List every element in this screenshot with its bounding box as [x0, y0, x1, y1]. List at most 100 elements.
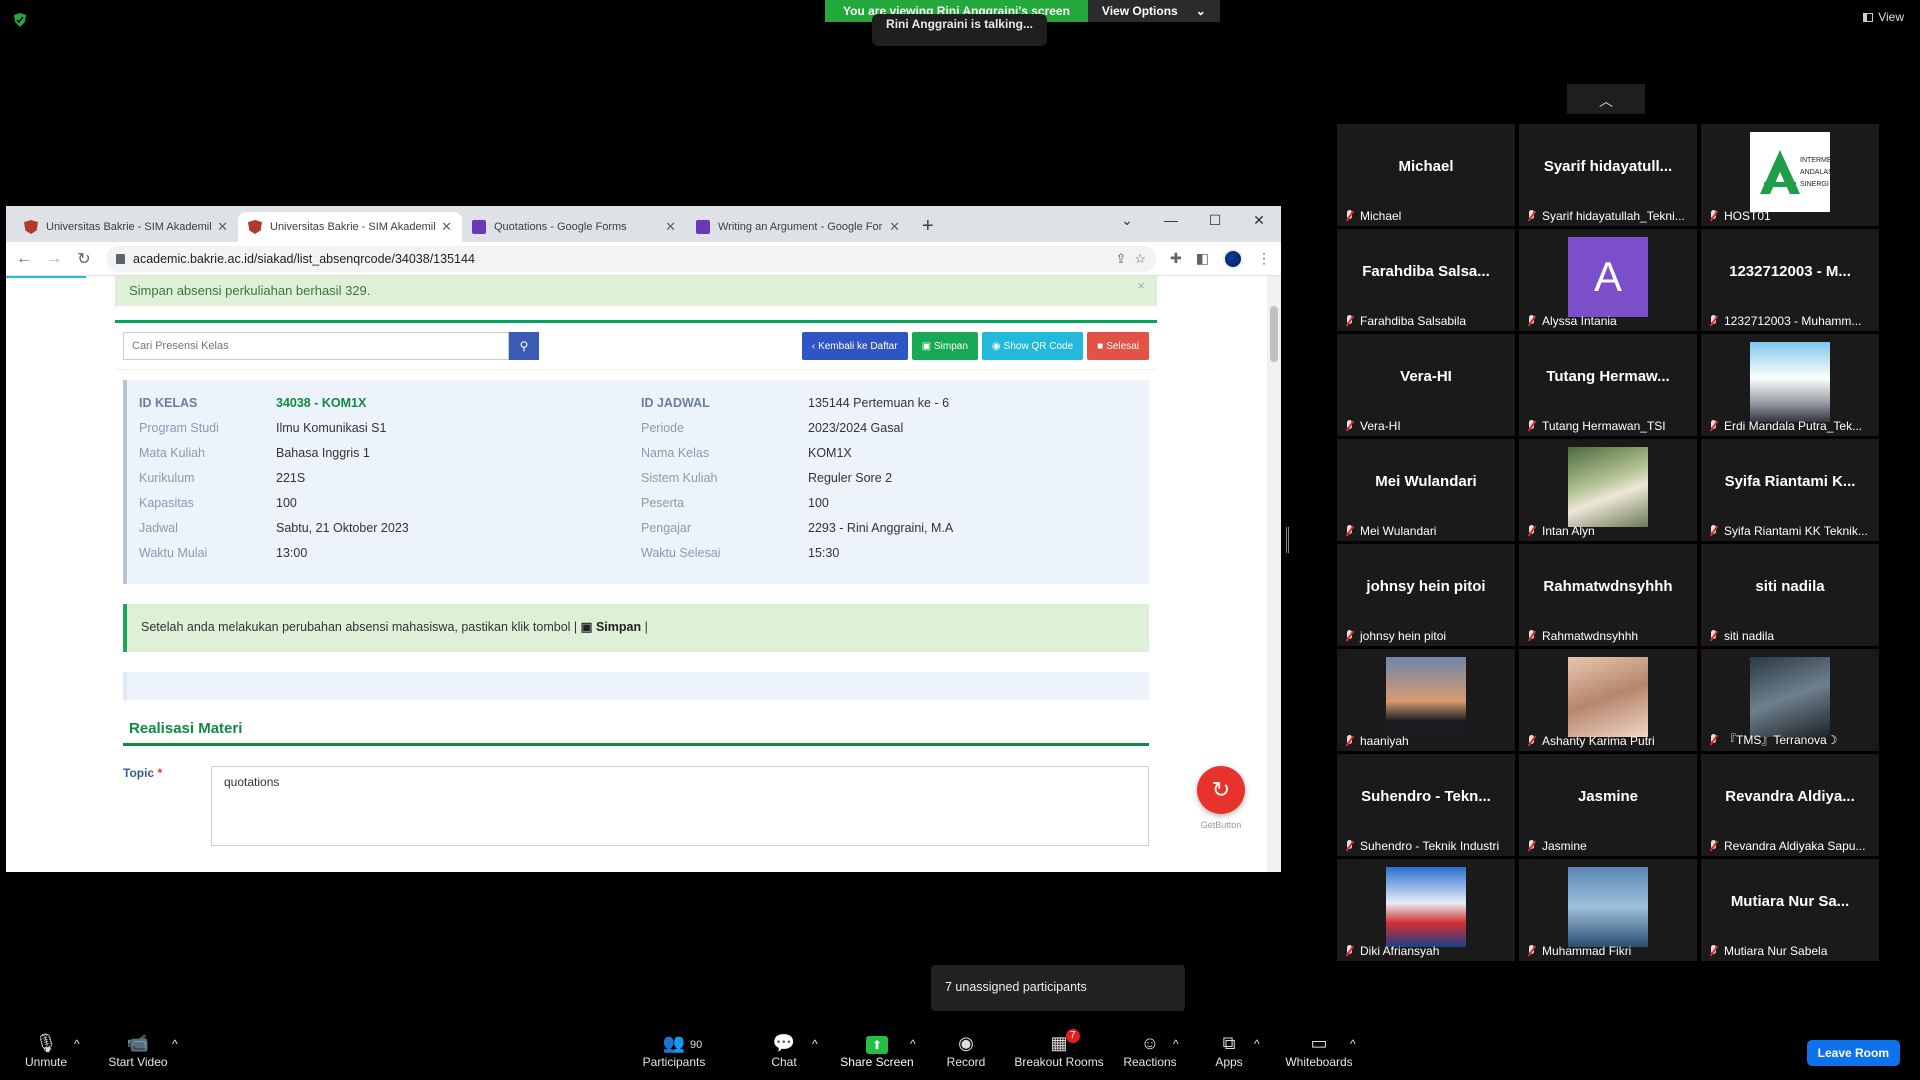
unmute-button[interactable]: 🎙 Unmute: [22, 1031, 70, 1069]
info-row: Sistem Kuliah Reguler Sore 2: [641, 471, 953, 496]
finish-button[interactable]: ■ Selesai: [1087, 332, 1149, 360]
participant-tile[interactable]: Revandra Aldiya... Revandra Aldiyaka Sapu…: [1701, 754, 1879, 856]
participant-tile[interactable]: Syifa Riantami K... Syifa Riantami KK Tek…: [1701, 439, 1879, 541]
view-options-button[interactable]: View Options ⌄: [1087, 0, 1220, 22]
chat-button[interactable]: 💬 Chat: [766, 1031, 802, 1069]
close-tab-icon[interactable]: ✕: [665, 219, 676, 235]
share-options-caret-icon[interactable]: ^: [910, 1037, 916, 1051]
participant-tile[interactable]: Suhendro - Tekn... Suhendro - Teknik Indu…: [1337, 754, 1515, 856]
side-panel-icon[interactable]: ◧: [1196, 250, 1209, 267]
reload-icon[interactable]: ↻: [76, 249, 92, 269]
browser-tab-3[interactable]: Quotations - Google Forms ✕: [462, 212, 686, 242]
participants-label: Participants: [642, 1055, 706, 1069]
participant-tile[interactable]: Muhammad Fikri: [1519, 859, 1697, 961]
participant-tile[interactable]: INTERMEDIA ANDALAS SINERGI HOST01: [1701, 124, 1879, 226]
info-label: Pengajar: [641, 521, 692, 535]
participant-tile[interactable]: Ashanty Karima Putri: [1519, 649, 1697, 751]
participant-tile[interactable]: Intan Alyn: [1519, 439, 1697, 541]
tab-search-chevron-icon[interactable]: ⌄: [1105, 206, 1149, 234]
video-options-caret-icon[interactable]: ^: [172, 1037, 178, 1051]
scroll-thumb[interactable]: [1270, 306, 1278, 362]
participant-tile[interactable]: Rahmatwdnsyhhh Rahmatwdnsyhhh: [1519, 544, 1697, 646]
audio-options-caret-icon[interactable]: ^: [74, 1037, 80, 1051]
browser-tab-4[interactable]: Writing an Argument - Google Forms ✕: [686, 212, 910, 242]
close-tab-icon[interactable]: ✕: [441, 219, 452, 235]
muted-mic-icon: [1709, 210, 1718, 222]
participant-tile[interactable]: Michael Michael: [1337, 124, 1515, 226]
forward-arrow-icon[interactable]: →: [46, 250, 62, 268]
floppy-icon: ▣: [580, 620, 593, 634]
participant-tile[interactable]: A Alyssa Intania: [1519, 229, 1697, 331]
bookmark-star-icon[interactable]: ☆: [1134, 251, 1146, 267]
back-to-list-button[interactable]: ‹ Kembali ke Daftar: [801, 332, 908, 360]
apps-button[interactable]: ⧉ Apps: [1214, 1031, 1244, 1069]
reactions-caret-icon[interactable]: ^: [1173, 1037, 1179, 1051]
participant-tile[interactable]: 『TMS』Terranova☽: [1701, 649, 1879, 751]
start-video-button[interactable]: 📹 Start Video: [108, 1031, 168, 1069]
chat-options-caret-icon[interactable]: ^: [812, 1037, 818, 1051]
close-tab-icon[interactable]: ✕: [889, 219, 900, 235]
participant-video-thumbnail: [1568, 447, 1648, 527]
participant-tile[interactable]: Tutang Hermaw... Tutang Hermawan_TSI: [1519, 334, 1697, 436]
page-scrollbar[interactable]: [1267, 276, 1281, 872]
participant-tile[interactable]: siti nadila siti nadila: [1701, 544, 1879, 646]
chat-widget-icon[interactable]: ↻: [1197, 766, 1245, 814]
breakout-rooms-label: Breakout Rooms: [1014, 1055, 1104, 1069]
participant-tile[interactable]: haaniyah: [1337, 649, 1515, 751]
whiteboards-button[interactable]: ▭ Whiteboards: [1284, 1031, 1354, 1069]
participant-display-name: Mutiara Nur Sa...: [1730, 893, 1850, 910]
whiteboards-caret-icon[interactable]: ^: [1350, 1037, 1356, 1051]
new-tab-plus-icon[interactable]: +: [922, 215, 934, 238]
success-message: Simpan absensi perkuliahan berhasil 329.: [129, 283, 371, 298]
minimize-icon[interactable]: —: [1149, 206, 1193, 234]
show-qr-button[interactable]: ◉ Show QR Code: [981, 332, 1084, 360]
tab-title: Universitas Bakrie - SIM Akademik: [270, 221, 436, 233]
browser-tab-1[interactable]: Universitas Bakrie - SIM Akademik ✕: [14, 212, 238, 242]
close-alert-icon[interactable]: ×: [1137, 278, 1145, 293]
section-title: Realisasi Materi: [123, 720, 1149, 746]
reactions-button[interactable]: ☺ Reactions: [1123, 1031, 1177, 1069]
profile-avatar-icon[interactable]: [1223, 248, 1243, 269]
search-icon[interactable]: ⚲: [509, 332, 539, 360]
close-tab-icon[interactable]: ✕: [217, 219, 228, 235]
participants-button[interactable]: 👥 90 Participants: [640, 1031, 708, 1069]
participant-tile[interactable]: Farahdiba Salsa... Farahdiba Salsabila: [1337, 229, 1515, 331]
gallery-scroll-up-icon[interactable]: ︿: [1567, 84, 1645, 114]
participant-tile[interactable]: Vera-HI Vera-HI: [1337, 334, 1515, 436]
participant-tile[interactable]: Mei Wulandari Mei Wulandari: [1337, 439, 1515, 541]
participant-tile[interactable]: johnsy hein pitoi johnsy hein pitoi: [1337, 544, 1515, 646]
browser-tab-2[interactable]: Universitas Bakrie - SIM Akademik ✕: [238, 212, 462, 242]
share-screen-button[interactable]: ⬆ Share Screen: [840, 1031, 914, 1069]
leave-room-button[interactable]: Leave Room: [1806, 1040, 1900, 1066]
breakout-rooms-button[interactable]: ▦ 7 Breakout Rooms: [1014, 1029, 1104, 1069]
view-button[interactable]: View: [1863, 10, 1904, 24]
participant-name-label: Tutang Hermawan_TSI: [1542, 419, 1666, 433]
unassigned-participants-toast[interactable]: 7 unassigned participants: [931, 965, 1185, 1011]
menu-kebab-icon[interactable]: ⋮: [1257, 250, 1271, 267]
search-row: ⚲ ‹Kembali ke Daftar ▣Simpan ◉Show QR Co…: [115, 323, 1157, 370]
share-icon[interactable]: ⇪: [1115, 251, 1126, 267]
search-input[interactable]: [123, 332, 509, 360]
save-button[interactable]: ▣ Simpan: [911, 332, 978, 360]
close-window-icon[interactable]: ✕: [1237, 206, 1281, 234]
record-button[interactable]: ◉ Record: [944, 1031, 988, 1069]
participant-tile[interactable]: Diki Afriansyah: [1337, 859, 1515, 961]
info-value[interactable]: 34038 - KOM1X: [276, 396, 366, 421]
participant-tile[interactable]: Mutiara Nur Sa... Mutiara Nur Sabela: [1701, 859, 1879, 961]
topic-textarea[interactable]: quotations: [211, 766, 1149, 846]
tab-title: Writing an Argument - Google Forms: [718, 221, 884, 233]
participant-tile[interactable]: Jasmine Jasmine: [1519, 754, 1697, 856]
participant-footer: haaniyah: [1345, 734, 1511, 748]
lock-icon[interactable]: [116, 253, 125, 264]
maximize-icon[interactable]: ☐: [1193, 206, 1237, 234]
back-arrow-icon[interactable]: ←: [16, 250, 32, 268]
security-shield-icon[interactable]: [12, 12, 28, 28]
participant-tile[interactable]: Syarif hidayatull... Syarif hidayatullah_…: [1519, 124, 1697, 226]
participant-tile[interactable]: Erdi Mandala Putra_Tek...: [1701, 334, 1879, 436]
panel-splitter-handle[interactable]: [1286, 527, 1289, 553]
extensions-puzzle-icon[interactable]: ✚: [1170, 250, 1182, 267]
getbutton-widget[interactable]: ↻ GetButton: [1197, 766, 1245, 830]
participant-tile[interactable]: 1232712003 - M... 1232712003 - Muhamm...: [1701, 229, 1879, 331]
apps-caret-icon[interactable]: ^: [1254, 1037, 1260, 1051]
address-bar[interactable]: academic.bakrie.ac.id/siakad/list_absenq…: [106, 245, 1157, 272]
